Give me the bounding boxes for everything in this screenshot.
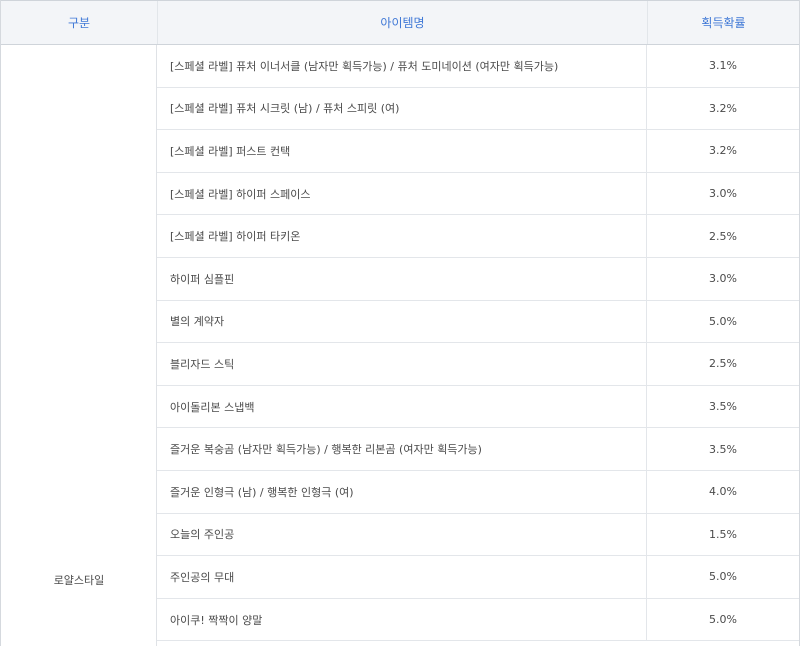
item-rate: 1.5% [709,527,737,541]
item-name: [스페셜 라벨] 하이퍼 스페이스 [157,172,647,215]
item-rate: 3.0% [709,187,737,201]
item-rate: 5.0% [709,314,737,328]
item-name: [스페셜 라벨] 퍼스트 컨택 [157,130,647,172]
table-row: 아이쿠! 짝짝이 양말 5.0% [157,598,799,642]
item-name: [스페셜 라벨] 하이퍼 타키온 [157,215,647,257]
item-name: 즐거운 복숭곰 (남자만 획득가능) / 행복한 리본곰 (여자만 획득가능) [157,428,647,470]
header-item-name: 아이템명 [157,1,647,44]
item-rate: 3.0% [709,272,737,286]
item-rate: 3.2% [709,101,737,115]
item-name: 즐거운 인형극 (남) / 행복한 인형극 (여) [157,470,647,513]
item-rate: 3.5% [709,400,737,414]
table-row: [스페셜 라벨] 하이퍼 스페이스 3.0% [157,172,799,216]
item-rows: [스페셜 라벨] 퓨처 이너서클 (남자만 획득가능) / 퓨처 도미네이션 (… [157,45,799,646]
table-row: 오늘의 주인공 1.5% [157,513,799,557]
item-rate: 4.0% [709,485,737,499]
probability-table: 구분 아이템명 획득확률 로얄스타일 [스페셜 라벨] 퓨처 이너서클 (남자만… [0,0,800,646]
header-rate: 획득확률 [647,1,799,44]
item-rate: 3.5% [709,442,737,456]
table-row: 주인공의 무대 5.0% [157,556,799,599]
item-name: 아이돌리본 스냅백 [157,385,647,428]
table-row: 즐거운 복숭곰 (남자만 획득가능) / 행복한 리본곰 (여자만 획득가능) 3… [157,428,799,471]
table-row: 블리자드 스틱 2.5% [157,343,799,386]
table-body: 로얄스타일 [스페셜 라벨] 퓨처 이너서클 (남자만 획득가능) / 퓨처 도… [1,45,799,646]
item-name: [스페셜 라벨] 퓨처 이너서클 (남자만 획득가능) / 퓨처 도미네이션 (… [157,45,647,87]
item-name: 오늘의 주인공 [157,513,647,556]
table-row: [스페셜 라벨] 퍼스트 컨택 3.2% [157,130,799,173]
item-name: 하이퍼 심플핀 [157,257,647,300]
item-name: 아이쿠! 짝짝이 양말 [157,598,647,641]
item-rate: 2.5% [709,229,737,243]
category-cell: 로얄스타일 [1,45,157,646]
table-row: [스페셜 라벨] 퓨처 시크릿 (남) / 퓨처 스피릿 (여) 3.2% [157,87,799,131]
table-row: [스페셜 라벨] 하이퍼 타키온 2.5% [157,215,799,258]
item-rate: 2.5% [709,357,737,371]
header-category: 구분 [67,16,91,30]
table-row: 아이돌리본 스냅백 3.5% [157,385,799,429]
item-rate: 3.1% [709,59,737,73]
table-row: [스페셜 라벨] 퓨처 이너서클 (남자만 획득가능) / 퓨처 도미네이션 (… [157,45,799,88]
category-label: 로얄스타일 [53,574,105,587]
item-name: [스페셜 라벨] 퓨처 시크릿 (남) / 퓨처 스피릿 (여) [157,87,647,130]
table-row: 하이퍼 심플핀 3.0% [157,257,799,301]
item-name: 별의 계약자 [157,300,647,343]
item-rate: 5.0% [709,570,737,584]
item-rate: 3.2% [709,144,737,158]
table-row: 별의 계약자 5.0% [157,300,799,344]
item-rate: 5.0% [709,613,737,627]
table-row: 즐거운 인형극 (남) / 행복한 인형극 (여) 4.0% [157,470,799,514]
item-name: 주인공의 무대 [157,556,647,598]
item-name: 블리자드 스틱 [157,343,647,385]
table-header: 구분 아이템명 획득확률 [1,0,799,45]
